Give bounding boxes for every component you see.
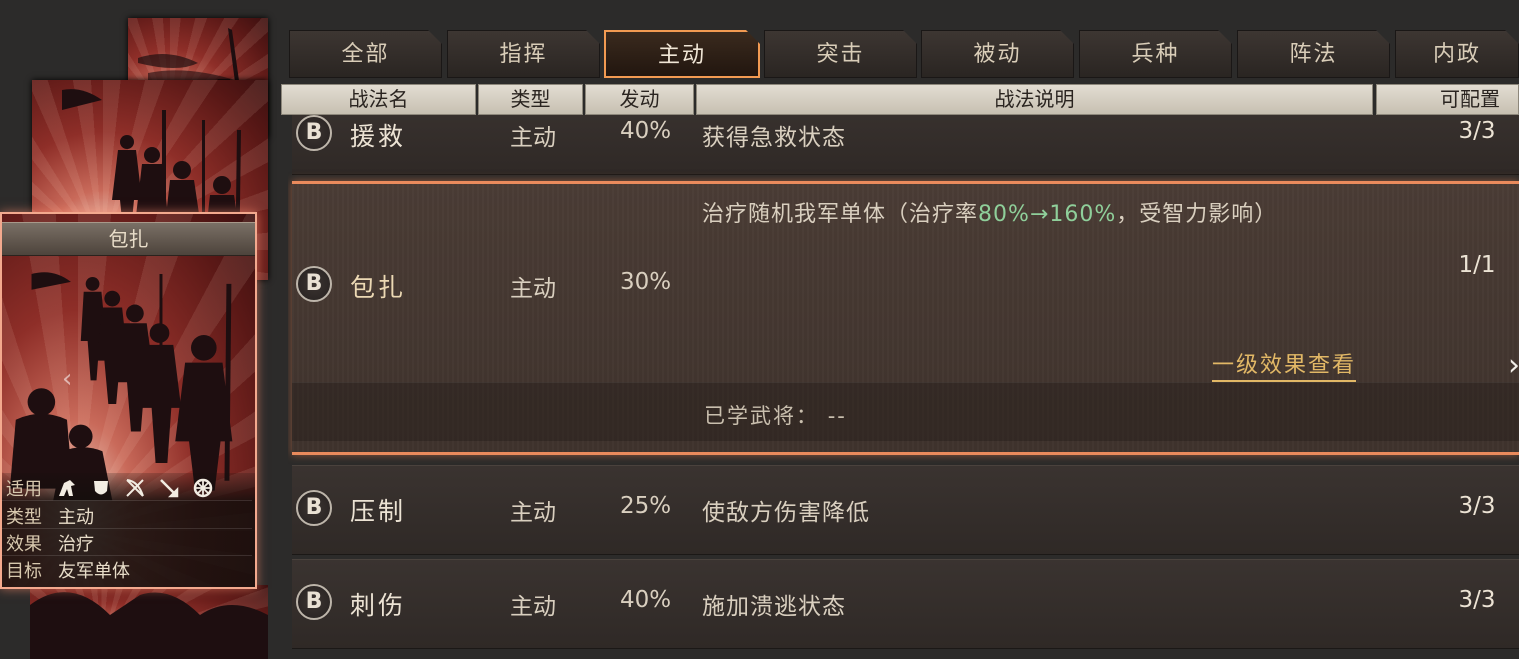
troop-type-icons xyxy=(56,477,214,499)
skill-description: 使敌方伤害降低 xyxy=(702,500,870,526)
card-info-key: 类型 xyxy=(6,507,42,528)
chevron-right-icon[interactable]: › xyxy=(1508,348,1519,383)
skill-description: 治疗随机我军单体（治疗率80%→160%，受智力影响） xyxy=(702,196,1277,228)
soldier-silhouette-art xyxy=(30,592,268,659)
bow-icon xyxy=(124,477,146,499)
skill-name: 压制 xyxy=(350,497,407,526)
cavalry-icon xyxy=(56,477,78,499)
skill-rate: 40% xyxy=(620,118,672,144)
table-row[interactable]: B 刺伤 主动 40% 施加溃逃状态 3/3 xyxy=(292,559,1519,649)
skill-type: 主动 xyxy=(510,500,556,526)
card-info-key: 效果 xyxy=(6,534,42,555)
description-text: 治疗随机我军单体（治疗率 xyxy=(702,202,979,227)
tab-assault[interactable]: 突击 xyxy=(764,30,917,78)
learned-generals: 已学武将： -- xyxy=(704,400,847,430)
column-header-type[interactable]: 类型 xyxy=(478,84,583,115)
table-row-expanded[interactable]: B 包扎 主动 30% 治疗随机我军单体（治疗率80%→160%，受智力影响） … xyxy=(292,181,1519,455)
skill-card-back[interactable] xyxy=(30,585,268,659)
description-highlight: 80%→160% xyxy=(978,202,1117,227)
tab-formation[interactable]: 阵法 xyxy=(1237,30,1390,78)
tab-command[interactable]: 指挥 xyxy=(447,30,600,78)
shield-icon xyxy=(90,477,112,499)
tab-passive[interactable]: 被动 xyxy=(921,30,1074,78)
column-header-config[interactable]: 可配置 xyxy=(1376,84,1519,115)
card-info-value: 治疗 xyxy=(58,534,94,555)
grade-badge: B xyxy=(296,266,332,302)
skill-rate: 40% xyxy=(620,587,672,613)
card-info-row: 效果 治疗 xyxy=(2,530,252,556)
level-one-effect-link[interactable]: 一级效果查看 xyxy=(1212,347,1357,382)
column-header-name[interactable]: 战法名 xyxy=(281,84,476,115)
tab-internal-affairs[interactable]: 内政 xyxy=(1395,30,1519,78)
grade-badge: B xyxy=(296,490,332,526)
skill-type: 主动 xyxy=(510,125,556,151)
skill-name: 刺伤 xyxy=(350,591,407,620)
skill-rate: 30% xyxy=(620,269,672,295)
tab-active[interactable]: 主动 xyxy=(604,30,760,78)
spear-icon xyxy=(158,477,180,499)
skill-type: 主动 xyxy=(510,594,556,620)
card-title: 包扎 xyxy=(2,222,255,256)
card-info-row: 类型 主动 xyxy=(2,503,252,529)
card-info-value: 主动 xyxy=(58,507,94,528)
tab-troop-type[interactable]: 兵种 xyxy=(1079,30,1232,78)
chevron-left-icon[interactable]: ‹ xyxy=(62,364,72,394)
skill-config-count: 3/3 xyxy=(1458,493,1496,519)
skill-list[interactable]: B 援救 主动 40% 获得急救状态 3/3 B 包扎 主动 30% 治疗随机我… xyxy=(288,115,1519,659)
table-row[interactable]: B 援救 主动 40% 获得急救状态 3/3 xyxy=(292,115,1519,175)
card-info-key: 目标 xyxy=(6,561,42,582)
card-info-panel: 适用 类型 主动 效果 治疗 目标 友军单体 xyxy=(2,473,255,587)
learned-label: 已学武将： xyxy=(704,404,819,428)
selected-skill-card[interactable]: 包扎 ‹ 适用 类型 主动 效果 治疗 目标 友军单体 xyxy=(0,212,257,589)
skill-rate: 25% xyxy=(620,493,672,519)
skill-config-count: 1/1 xyxy=(1458,252,1496,278)
learned-value: -- xyxy=(827,404,847,428)
tab-all[interactable]: 全部 xyxy=(289,30,442,78)
column-header-rate[interactable]: 发动 xyxy=(585,84,694,115)
column-header-description[interactable]: 战法说明 xyxy=(696,84,1373,115)
learned-generals-bar xyxy=(292,382,1519,441)
skill-type: 主动 xyxy=(510,276,556,302)
skill-name: 援救 xyxy=(350,122,407,151)
skill-name: 包扎 xyxy=(350,273,407,302)
grade-badge: B xyxy=(296,115,332,151)
wheel-icon xyxy=(192,477,214,499)
skill-description: 获得急救状态 xyxy=(702,125,846,151)
skill-description: 施加溃逃状态 xyxy=(702,594,846,620)
skill-config-count: 3/3 xyxy=(1458,118,1496,144)
skill-config-count: 3/3 xyxy=(1458,587,1496,613)
card-info-value: 友军单体 xyxy=(58,561,130,582)
card-info-key: 适用 xyxy=(6,479,42,500)
card-info-row: 适用 xyxy=(2,475,252,501)
grade-badge: B xyxy=(296,584,332,620)
table-row[interactable]: B 压制 主动 25% 使敌方伤害降低 3/3 xyxy=(292,465,1519,555)
card-info-row: 目标 友军单体 xyxy=(2,557,252,583)
description-text: ，受智力影响） xyxy=(1116,202,1278,227)
